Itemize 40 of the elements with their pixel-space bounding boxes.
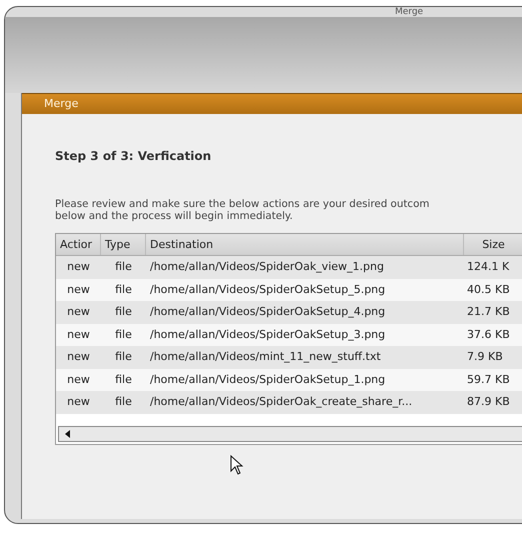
table-cell-text: new [66, 304, 91, 320]
table-cell-text: file [114, 304, 133, 320]
table-cell-text: 37.6 KB [466, 326, 511, 342]
horizontal-scrollbar[interactable] [58, 426, 522, 442]
table-cell-text: new [66, 349, 91, 365]
table-cell-text: /home/allan/Videos/SpiderOakSetup_5.png [149, 282, 386, 298]
step-heading: Step 3 of 3: Verfication [55, 148, 212, 164]
window-title: Merge [394, 7, 424, 17]
table-cell-text: /home/allan/Videos/mint_11_new_stuff.txt [149, 349, 382, 365]
table-cell-text: file [114, 259, 133, 275]
table-cell-text: new [66, 282, 91, 298]
table-cell-text: 59.7 KB [466, 372, 511, 388]
table-cell-text: /home/allan/Videos/SpiderOakSetup_1.png [149, 372, 386, 388]
table-cell-text: /home/allan/Videos/SpiderOakSetup_4.png [149, 304, 386, 320]
table-cell-text: /home/allan/Videos/SpiderOak_create_share_r... [149, 394, 414, 410]
table-cell-text: 87.9 KB [466, 394, 511, 410]
table-cell-text: file [114, 394, 133, 410]
table-cell-text: new [66, 394, 91, 410]
table-cell-text: new [66, 326, 91, 342]
table-cell-text: file [114, 372, 133, 388]
instruction-text: below and the process will begin immediately. [55, 210, 294, 222]
dialog-title-bar: Merge [22, 93, 522, 114]
table-cell-text: /home/allan/Videos/SpiderOakSetup_3.png [149, 326, 386, 343]
table-cell-text: /home/allan/Videos/SpiderOak_view_1.png [149, 259, 385, 275]
column-header[interactable]: Type [101, 234, 146, 255]
table-cell-text: file [114, 349, 133, 365]
column-header[interactable]: Size [464, 234, 522, 255]
table-cell-text: 7.9 KB [466, 349, 504, 365]
table-cell-text: 21.7 KB [466, 304, 511, 320]
mouse-pointer-icon [230, 455, 244, 475]
column-header[interactable]: Destination [146, 234, 464, 255]
table-cell-text: file [114, 282, 133, 298]
column-header[interactable]: Actior [56, 234, 101, 255]
left-arrow-icon[interactable] [63, 429, 73, 439]
table-cell-text: 40.5 KB [466, 282, 511, 298]
table-cell-text: new [66, 372, 91, 388]
instruction-text: Please review and make sure the below actions are your desired outcom [55, 198, 430, 210]
table-cell-text: new [66, 259, 91, 275]
table-cell-text: 124.1 K [466, 259, 510, 275]
table-cell-text: file [114, 326, 133, 342]
